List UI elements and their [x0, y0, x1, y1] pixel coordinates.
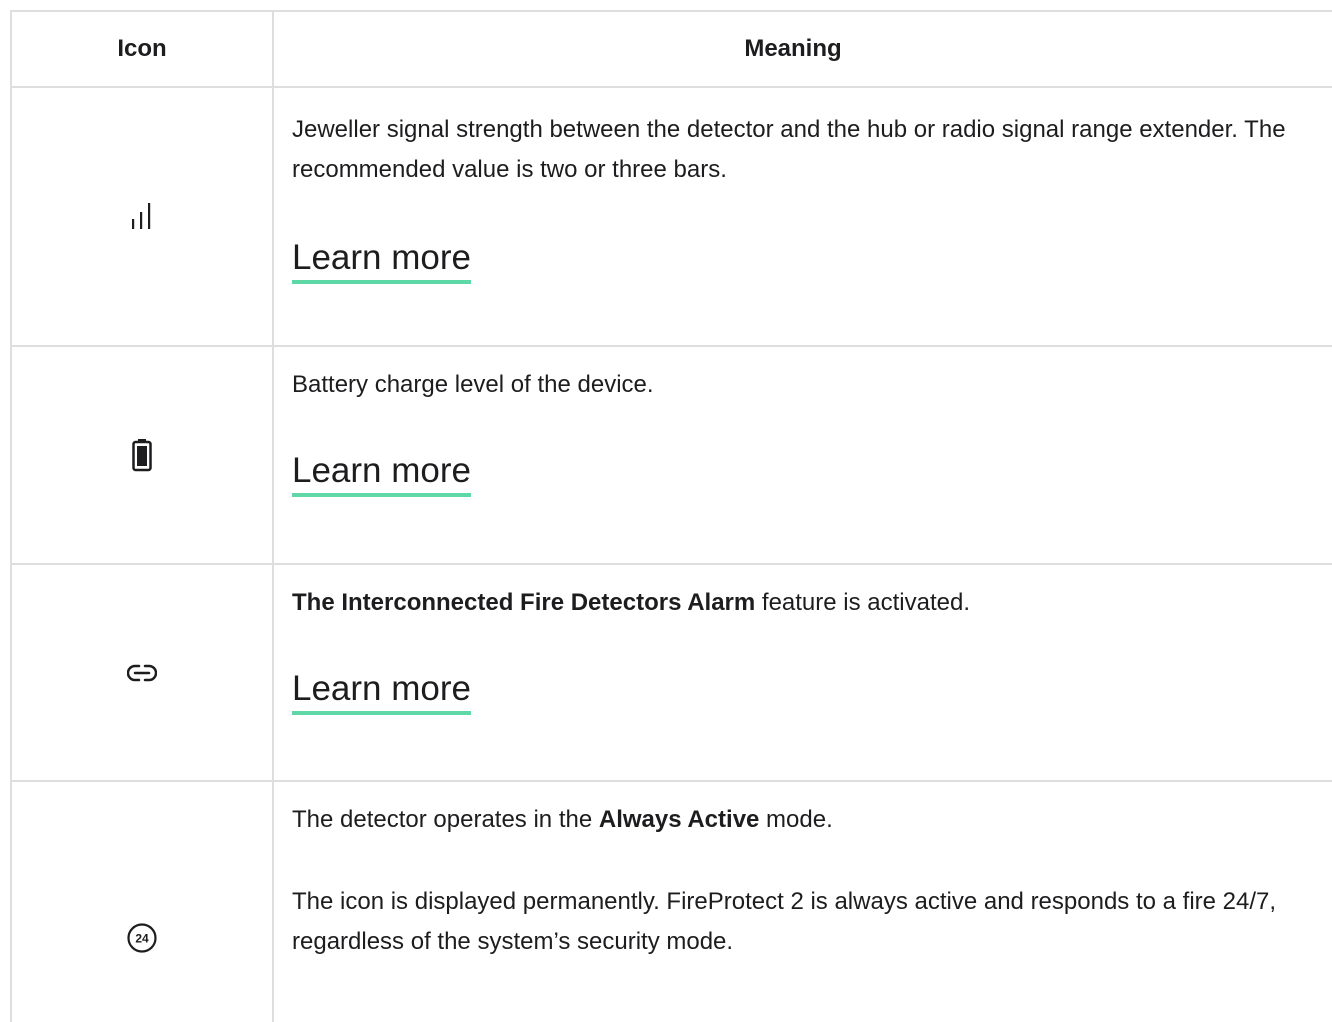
battery-icon	[132, 438, 152, 472]
row-description: Battery charge level of the device.	[292, 371, 654, 398]
meaning-cell: Battery charge level of the device. Lear…	[274, 347, 1332, 563]
meaning-cell: Jeweller signal strength between the det…	[274, 88, 1332, 345]
row-description: The detector operates in the Always Acti…	[292, 800, 1312, 840]
table-row: Battery charge level of the device. Lear…	[10, 345, 1332, 563]
row-description-secondary: The icon is displayed permanently. FireP…	[292, 888, 1277, 955]
header-icon-label: Icon	[117, 35, 167, 62]
icon-cell: 24	[10, 782, 274, 1022]
always-active-24-icon: 24	[126, 922, 158, 954]
learn-more-link[interactable]: Learn more	[292, 236, 471, 284]
table-row: The Interconnected Fire Detectors Alarm …	[10, 563, 1332, 780]
bold-mode-name: Always Active	[598, 806, 760, 833]
icon-cell	[10, 88, 274, 345]
description-post: mode.	[759, 806, 833, 833]
header-cell-meaning: Meaning	[274, 12, 1332, 86]
link-icon	[127, 662, 157, 684]
bold-feature-name: The Interconnected Fire Detectors Alarm	[292, 589, 756, 616]
table-row: 24 The detector operates in the Always A…	[10, 780, 1332, 1022]
description-rest: feature is activated.	[755, 589, 971, 616]
header-cell-icon: Icon	[10, 12, 274, 86]
meaning-cell: The detector operates in the Always Acti…	[274, 782, 1332, 1022]
table-row: Jeweller signal strength between the det…	[10, 86, 1332, 345]
table-header-row: Icon Meaning	[10, 10, 1332, 86]
description-pre: The detector operates in the	[292, 806, 599, 833]
icons-table: Icon Meaning Jeweller signal strength be…	[10, 10, 1332, 1022]
always-active-label: 24	[135, 932, 149, 946]
row-description: The Interconnected Fire Detectors Alarm …	[292, 583, 1312, 623]
row-description: Jeweller signal strength between the det…	[292, 116, 1286, 183]
header-meaning-label: Meaning	[744, 35, 842, 62]
signal-strength-icon	[130, 201, 154, 233]
learn-more-link[interactable]: Learn more	[292, 449, 471, 497]
learn-more-link[interactable]: Learn more	[292, 667, 471, 715]
icon-cell	[10, 347, 274, 563]
meaning-cell: The Interconnected Fire Detectors Alarm …	[274, 565, 1332, 780]
icon-cell	[10, 565, 274, 780]
